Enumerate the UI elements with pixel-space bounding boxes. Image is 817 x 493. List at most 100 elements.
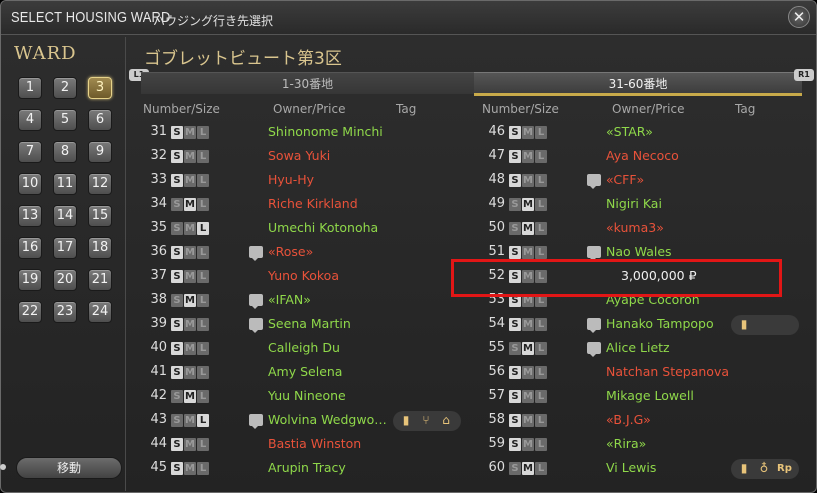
size-l-indicator: L — [197, 318, 209, 331]
size-s-indicator: S — [171, 198, 183, 211]
size-m-indicator: M — [184, 294, 196, 307]
ward-button-18[interactable]: 18 — [88, 237, 112, 259]
header-number-size-right: Number/Size — [482, 102, 559, 116]
tab-plots-31-60[interactable]: 31-60番地 — [474, 72, 802, 96]
ward-button-3[interactable]: 3 — [88, 77, 112, 99]
plot-row-48[interactable]: 48 S M L «CFF» — [479, 169, 809, 193]
plot-row-58[interactable]: 58 S M L «B.J.G» — [479, 409, 809, 433]
size-l-indicator: L — [197, 366, 209, 379]
ward-button-6[interactable]: 6 — [88, 109, 112, 131]
size-s-indicator: S — [509, 366, 521, 379]
plot-row-56[interactable]: 56 S M L Natchan Stepanova — [479, 361, 809, 385]
ward-button-17[interactable]: 17 — [53, 237, 77, 259]
size-s-indicator: S — [171, 414, 183, 427]
plot-row-60[interactable]: 60 S M L Vi Lewis ▮ ♁ Rp — [479, 457, 809, 481]
size-l-indicator: L — [535, 342, 547, 355]
tab-bar: L1 1-30番地 31-60番地 R1 — [129, 69, 814, 97]
ward-button-16[interactable]: 16 — [18, 237, 42, 259]
size-l-indicator: L — [197, 438, 209, 451]
size-l-indicator: L — [197, 414, 209, 427]
size-m-indicator: M — [522, 318, 534, 331]
ward-button-2[interactable]: 2 — [53, 77, 77, 99]
size-s-indicator: S — [171, 222, 183, 235]
plot-row-59[interactable]: 59 S M L «Rira» — [479, 433, 809, 457]
plot-row-35[interactable]: 35 S M L Umechi Kotonoha — [141, 217, 471, 241]
move-button[interactable]: 移動 — [16, 457, 122, 479]
plot-row-44[interactable]: 44 S M L Bastia Winston — [141, 433, 471, 457]
plot-number: 50 — [488, 220, 505, 235]
ward-button-10[interactable]: 10 — [18, 173, 42, 195]
plot-row-34[interactable]: 34 S M L Riche Kirkland — [141, 193, 471, 217]
ward-button-7[interactable]: 7 — [18, 141, 42, 163]
plot-owner: Hanako Tampopo — [606, 316, 714, 331]
size-m-indicator: M — [184, 366, 196, 379]
plot-number: 32 — [150, 148, 167, 163]
size-m-indicator: M — [522, 438, 534, 451]
ward-button-24[interactable]: 24 — [88, 301, 112, 323]
plot-owner: Yuu Nineone — [268, 388, 346, 403]
size-s-indicator: S — [171, 366, 183, 379]
ward-button-23[interactable]: 23 — [53, 301, 77, 323]
plot-owner: Arupin Tracy — [268, 460, 346, 475]
ward-button-21[interactable]: 21 — [88, 269, 112, 291]
ward-button-13[interactable]: 13 — [18, 205, 42, 227]
ward-button-20[interactable]: 20 — [53, 269, 77, 291]
plot-row-38[interactable]: 38 S M L «IFAN» — [141, 289, 471, 313]
plot-row-37[interactable]: 37 S M L Yuno Kokoa — [141, 265, 471, 289]
plot-row-33[interactable]: 33 S M L Hyu-Hy — [141, 169, 471, 193]
plot-row-41[interactable]: 41 S M L Amy Selena — [141, 361, 471, 385]
greeting-chat-icon — [249, 246, 263, 261]
plot-row-54[interactable]: 54 S M L Hanako Tampopo ▮ — [479, 313, 809, 337]
size-s-indicator: S — [509, 390, 521, 403]
plot-row-43[interactable]: 43 S M L Wolvina Wedgwo… ▮ ⑂ ⌂ — [141, 409, 471, 433]
plot-number: 46 — [488, 124, 505, 139]
greeting-chat-icon — [249, 294, 263, 309]
ward-button-11[interactable]: 11 — [53, 173, 77, 195]
door-icon: ▮ — [740, 317, 748, 331]
plot-row-36[interactable]: 36 S M L «Rose» — [141, 241, 471, 265]
size-l-indicator: L — [535, 318, 547, 331]
plot-row-49[interactable]: 49 S M L Nigiri Kai — [479, 193, 809, 217]
plot-number: 41 — [150, 364, 167, 379]
plot-row-39[interactable]: 39 S M L Seena Martin — [141, 313, 471, 337]
window-title: SELECT HOUSING WARD — [11, 9, 171, 26]
ward-button-12[interactable]: 12 — [88, 173, 112, 195]
plot-number: 47 — [488, 148, 505, 163]
plot-owner: Shinonome Minchi — [268, 124, 383, 139]
size-l-indicator: L — [197, 390, 209, 403]
size-s-indicator: S — [171, 270, 183, 283]
ward-button-8[interactable]: 8 — [53, 141, 77, 163]
ward-button-1[interactable]: 1 — [18, 77, 42, 99]
medal-icon: ♁ — [759, 461, 769, 475]
size-l-indicator: L — [535, 150, 547, 163]
tab-plots-1-30[interactable]: 1-30番地 — [141, 72, 474, 94]
plot-row-46[interactable]: 46 S M L «STAR» — [479, 121, 809, 145]
plot-owner: Yuno Kokoa — [268, 268, 339, 283]
ward-button-4[interactable]: 4 — [18, 109, 42, 131]
plot-row-47[interactable]: 47 S M L Aya Necoco — [479, 145, 809, 169]
plot-row-45[interactable]: 45 S M L Arupin Tracy — [141, 457, 471, 481]
ward-button-5[interactable]: 5 — [53, 109, 77, 131]
plot-row-55[interactable]: 55 S M L Alice Lietz — [479, 337, 809, 361]
plot-row-42[interactable]: 42 S M L Yuu Nineone — [141, 385, 471, 409]
size-m-indicator: M — [522, 462, 534, 475]
ward-button-14[interactable]: 14 — [53, 205, 77, 227]
size-l-indicator: L — [197, 174, 209, 187]
plot-row-31[interactable]: 31 S M L Shinonome Minchi — [141, 121, 471, 145]
plot-owner: Wolvina Wedgwo… — [268, 412, 387, 427]
ward-button-22[interactable]: 22 — [18, 301, 42, 323]
greeting-chat-icon — [587, 342, 601, 357]
plot-row-40[interactable]: 40 S M L Calleigh Du — [141, 337, 471, 361]
size-s-indicator: S — [509, 222, 521, 235]
plot-row-32[interactable]: 32 S M L Sowa Yuki — [141, 145, 471, 169]
ward-button-9[interactable]: 9 — [88, 141, 112, 163]
ward-button-15[interactable]: 15 — [88, 205, 112, 227]
ward-button-19[interactable]: 19 — [18, 269, 42, 291]
close-icon[interactable]: ✕ — [788, 6, 810, 28]
size-m-indicator: M — [522, 414, 534, 427]
size-l-indicator: L — [197, 270, 209, 283]
header-number-size-left: Number/Size — [143, 102, 220, 116]
plot-owner: Seena Martin — [268, 316, 351, 331]
plot-row-50[interactable]: 50 S M L «kuma3» — [479, 217, 809, 241]
plot-row-57[interactable]: 57 S M L Mikage Lowell — [479, 385, 809, 409]
